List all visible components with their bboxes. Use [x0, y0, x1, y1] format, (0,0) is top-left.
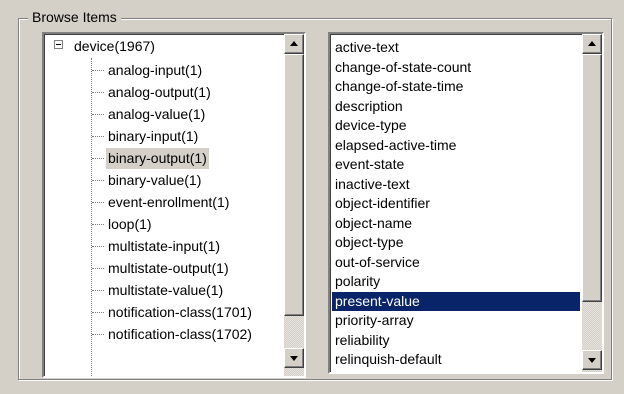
tree-item-label: multistate-output(1) [108, 260, 229, 276]
browse-items-title: Browse Items [28, 8, 121, 26]
list-item[interactable]: object-type [332, 233, 580, 253]
scroll-down-button[interactable] [582, 350, 602, 370]
tree-item-label: event-enrollment(1) [108, 194, 230, 210]
list-scrollbar[interactable] [582, 34, 602, 372]
tree-item-label: multistate-value(1) [108, 282, 224, 298]
list-item[interactable]: device-type [332, 116, 580, 136]
scroll-thumb[interactable] [582, 54, 602, 302]
list-item[interactable]: relinquish-default [332, 350, 580, 370]
tree-item-label: analog-input(1) [108, 62, 203, 78]
tree-connector-line [91, 58, 92, 376]
arrow-up-icon [290, 41, 298, 46]
tree-item-label: analog-output(1) [108, 84, 211, 100]
tree-item-label: analog-value(1) [108, 106, 206, 122]
collapse-icon[interactable] [54, 40, 63, 49]
list-item[interactable]: change-of-state-time [332, 77, 580, 97]
list-item[interactable]: out-of-service [332, 253, 580, 273]
list-item[interactable]: active-text [332, 38, 580, 58]
list-item[interactable]: polarity [332, 272, 580, 292]
list-item[interactable]: description [332, 97, 580, 117]
scroll-thumb[interactable] [284, 54, 304, 316]
list-item[interactable]: reliability [332, 331, 580, 351]
list-item[interactable]: elapsed-active-time [332, 136, 580, 156]
tree-item-label: notification-class(1702) [108, 326, 252, 342]
list-item[interactable]: change-of-state-count [332, 58, 580, 78]
tree-scrollbar[interactable] [284, 34, 304, 376]
arrow-up-icon [588, 41, 596, 46]
property-list[interactable]: active-text change-of-state-count change… [328, 32, 604, 374]
tree-item-label: binary-input(1) [108, 128, 199, 144]
list-item[interactable]: priority-array [332, 311, 580, 331]
arrow-down-icon [290, 356, 298, 361]
list-item[interactable]: event-state [332, 155, 580, 175]
scroll-up-button[interactable] [284, 34, 304, 54]
tree-item-label: loop(1) [108, 216, 152, 232]
tree-item-label: multistate-input(1) [108, 238, 221, 254]
tree-item-label: binary-output(1) [106, 148, 209, 169]
list-item[interactable]: object-name [332, 214, 580, 234]
tree-item-label: binary-value(1) [108, 172, 202, 188]
list-item[interactable]: inactive-text [332, 175, 580, 195]
list-item-selected[interactable]: present-value [332, 291, 580, 311]
tree-item-label: notification-class(1701) [108, 304, 252, 320]
list-item[interactable]: object-identifier [332, 194, 580, 214]
object-tree[interactable]: device(1967) analog-input(1) analog-outp… [42, 32, 306, 378]
tree-root-device[interactable]: device(1967) [74, 36, 155, 56]
scroll-down-button[interactable] [284, 348, 304, 368]
scroll-up-button[interactable] [582, 34, 602, 54]
arrow-down-icon [588, 358, 596, 363]
